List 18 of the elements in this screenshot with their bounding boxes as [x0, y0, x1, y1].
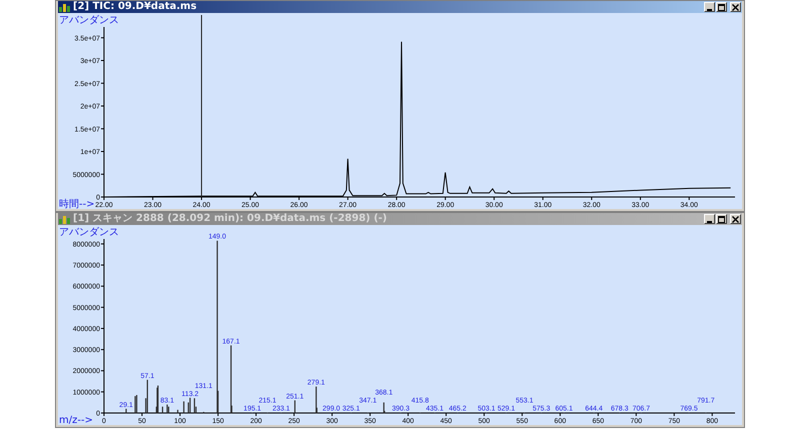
- y-axis-label: アバンダンス: [59, 15, 119, 26]
- x-axis-label: m/z-->: [59, 415, 93, 425]
- close-button[interactable]: [730, 214, 741, 224]
- close-button[interactable]: [730, 2, 741, 12]
- chart-icon: [59, 2, 70, 12]
- close-icon: [732, 216, 739, 222]
- y-axis-label: アバンダンス: [59, 227, 119, 238]
- maximize-icon: [718, 216, 725, 222]
- maximize-button[interactable]: [716, 214, 727, 224]
- close-icon: [732, 4, 739, 10]
- maximize-icon: [718, 4, 725, 10]
- maximize-button[interactable]: [716, 2, 727, 12]
- minimize-button[interactable]: [704, 2, 715, 12]
- minimize-button[interactable]: [704, 214, 715, 224]
- chart-icon: [59, 214, 70, 224]
- window-title: [1] スキャン 2888 (28.092 min): 09.D¥data.ms (-2898) (-): [73, 213, 387, 225]
- window-title: [2] TIC: 09.D¥data.ms: [73, 1, 197, 13]
- x-axis-label: 時間-->: [59, 199, 95, 209]
